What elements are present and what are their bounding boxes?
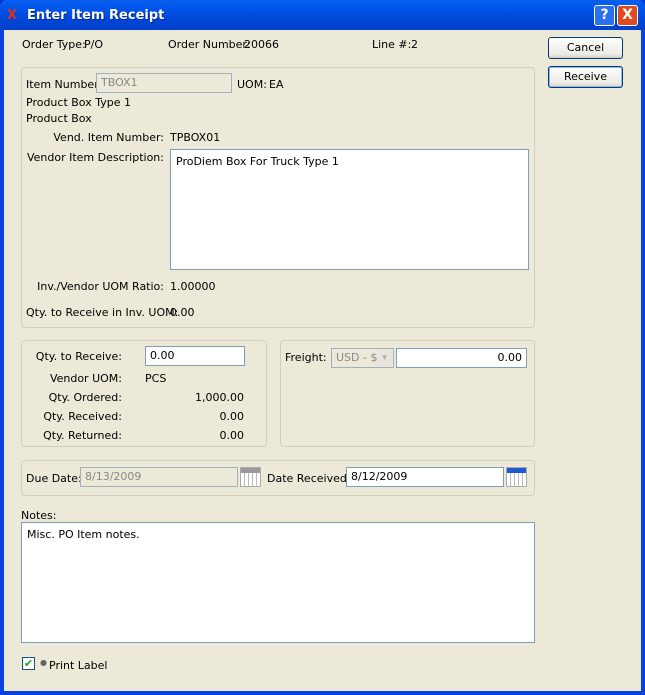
item-description-2: Product Box: [26, 112, 92, 125]
notes-field[interactable]: Misc. PO Item notes.: [21, 522, 535, 643]
help-button[interactable]: ?: [594, 5, 615, 26]
qty-to-receive-label: Qty. to Receive:: [35, 350, 122, 363]
chevron-down-icon: ▾: [377, 350, 392, 366]
cancel-label: Cancel: [566, 41, 605, 54]
app-logo-icon: X: [7, 8, 18, 23]
indicator-icon: ●: [40, 658, 47, 667]
qty-returned-label: Qty. Returned:: [43, 429, 122, 442]
title-bar[interactable]: X Enter Item Receipt ? X: [0, 0, 645, 30]
qty-inv-uom-value: 0.00: [170, 306, 195, 319]
order-number-label: Order Number:: [168, 38, 251, 51]
qty-ordered-value: 1,000.00: [195, 391, 244, 404]
uom-label: UOM:: [237, 78, 267, 91]
receive-label: Receive: [563, 70, 608, 83]
cancel-button[interactable]: Cancel: [548, 37, 623, 59]
order-type-value: P/O: [84, 38, 103, 51]
qty-inv-uom-label: Qty. to Receive in Inv. UOM:: [26, 306, 179, 319]
currency-value: USD - $: [336, 351, 378, 364]
freight-amount-field[interactable]: 0.00: [396, 348, 527, 368]
qty-to-receive-field[interactable]: 0.00: [145, 346, 245, 366]
notes-label: Notes:: [21, 509, 57, 522]
order-number-value: 20066: [244, 38, 279, 51]
vendor-item-description-label: Vendor Item Description:: [26, 151, 164, 164]
uom-value: EA: [269, 78, 284, 91]
receive-button[interactable]: Receive: [548, 66, 623, 88]
qty-received-value: 0.00: [219, 410, 245, 423]
date-received-label: Date Received:: [267, 472, 351, 485]
freight-label: Freight:: [285, 351, 327, 364]
uom-ratio-label: Inv./Vendor UOM Ratio:: [37, 280, 164, 293]
vendor-item-description-field[interactable]: ProDiem Box For Truck Type 1: [170, 149, 529, 270]
vend-item-number-value: TPBOX01: [170, 131, 221, 144]
qty-ordered-label: Qty. Ordered:: [48, 391, 122, 404]
vend-item-number-label: Vend. Item Number:: [53, 131, 164, 144]
print-label-label: Print Label: [49, 659, 108, 672]
due-date-label: Due Date:: [26, 472, 82, 485]
print-label-checkbox[interactable]: ✔: [22, 657, 35, 670]
vendor-uom-label: Vendor UOM:: [49, 372, 122, 385]
due-date-field[interactable]: 8/13/2009: [80, 467, 238, 487]
order-type-label: Order Type:: [22, 38, 86, 51]
qty-received-label: Qty. Received:: [43, 410, 122, 423]
vendor-uom-value: PCS: [145, 372, 167, 385]
close-button[interactable]: X: [617, 5, 638, 26]
line-number-label: Line #:: [372, 38, 412, 51]
calendar-icon[interactable]: [240, 467, 261, 487]
check-icon: ✔: [23, 657, 34, 670]
item-description-1: Product Box Type 1: [26, 96, 131, 109]
uom-ratio-value: 1.00000: [170, 280, 216, 293]
line-number-value: 2: [411, 38, 418, 51]
date-received-field[interactable]: 8/12/2009: [346, 467, 504, 487]
item-number-label: Item Number:: [26, 78, 103, 91]
calendar-icon[interactable]: [506, 467, 527, 487]
qty-returned-value: 0.00: [219, 429, 245, 442]
window-title: Enter Item Receipt: [27, 8, 165, 23]
item-number-field[interactable]: TBOX1: [96, 73, 232, 93]
currency-select[interactable]: USD - $ ▾: [331, 348, 394, 368]
